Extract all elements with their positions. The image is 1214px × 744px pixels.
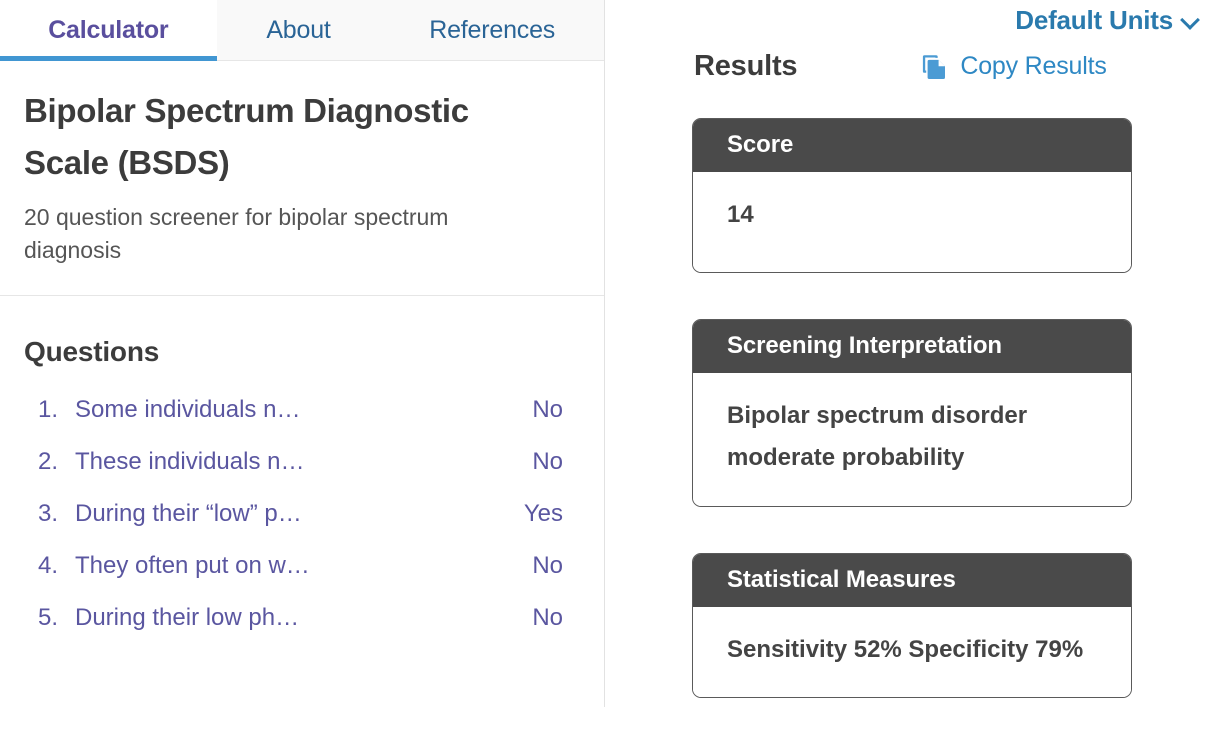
question-number: 2. (38, 448, 59, 475)
result-card-title: Screening Interpretation (693, 320, 1131, 374)
question-answer[interactable]: No (532, 396, 580, 424)
question-text[interactable]: Some individuals n… (75, 396, 532, 424)
question-number: 3. (38, 500, 59, 527)
section-divider (0, 295, 604, 296)
result-card-score: Score 14 (692, 118, 1132, 274)
tab-references[interactable]: References (380, 0, 604, 60)
chevron-down-icon (1182, 11, 1200, 29)
results-heading: Results (694, 50, 798, 82)
page-title: Bipolar Spectrum Diagnostic Scale (BSDS) (24, 92, 469, 182)
tab-about[interactable]: About (217, 0, 381, 60)
tab-bar: Calculator About References (0, 0, 604, 61)
result-card-title: Score (693, 119, 1131, 172)
question-text[interactable]: During their low ph… (75, 604, 532, 632)
left-pane: Calculator About References Bipolar Spec… (0, 0, 605, 707)
question-row[interactable]: 1. Some individuals n… No (24, 396, 580, 448)
results-cards: Score 14 Screening Interpretation Bipola… (692, 118, 1132, 744)
questions-block: Questions 1. Some individuals n… No 2. T… (0, 336, 604, 656)
units-selector-label: Default Units (1015, 4, 1173, 35)
tab-references-label: References (429, 15, 556, 44)
question-answer[interactable]: No (532, 552, 580, 580)
page-subtitle: 20 question screener for bipolar spectru… (24, 204, 449, 264)
copy-results-label: Copy Results (960, 52, 1107, 80)
questions-list: 1. Some individuals n… No 2. These indiv… (24, 396, 580, 656)
calculator-app: Calculator About References Bipolar Spec… (0, 0, 1214, 707)
questions-heading: Questions (24, 336, 160, 367)
tab-about-label: About (266, 15, 331, 44)
question-row[interactable]: 5. During their low ph… No (24, 604, 580, 656)
results-pane: Default Units Results Copy Results Score (605, 0, 1214, 707)
result-card-screening-interpretation: Screening Interpretation Bipolar spectru… (692, 319, 1132, 507)
question-row[interactable]: 3. During their “low” p… Yes (24, 500, 580, 552)
question-answer[interactable]: Yes (524, 500, 580, 528)
question-row[interactable]: 4. They often put on w… No (24, 552, 580, 604)
result-card-body: Bipolar spectrum disorder moderate proba… (693, 373, 1131, 506)
result-card-title: Statistical Measures (693, 553, 1131, 607)
copy-icon (921, 53, 949, 81)
result-card-body: Sensitivity 52% Specificity 79% (693, 606, 1131, 697)
question-row[interactable]: 2. These individuals n… No (24, 448, 580, 500)
results-header: Results Copy Results (694, 50, 1107, 83)
question-answer[interactable]: No (532, 604, 580, 632)
question-number: 1. (38, 396, 59, 423)
units-selector[interactable]: Default Units (1015, 0, 1200, 40)
question-number: 5. (38, 604, 59, 631)
question-text[interactable]: During their “low” p… (75, 500, 524, 528)
question-number: 4. (38, 552, 59, 579)
question-answer[interactable]: No (532, 448, 580, 476)
title-block: Bipolar Spectrum Diagnostic Scale (BSDS)… (0, 61, 604, 267)
tab-calculator[interactable]: Calculator (0, 0, 217, 61)
tab-calculator-label: Calculator (48, 15, 169, 44)
result-card-body: 14 (693, 172, 1131, 273)
copy-results-button[interactable]: Copy Results (921, 52, 1107, 81)
question-text[interactable]: These individuals n… (75, 448, 532, 476)
result-card-statistical-measures: Statistical Measures Sensitivity 52% Spe… (692, 552, 1132, 698)
question-text[interactable]: They often put on w… (75, 552, 532, 580)
